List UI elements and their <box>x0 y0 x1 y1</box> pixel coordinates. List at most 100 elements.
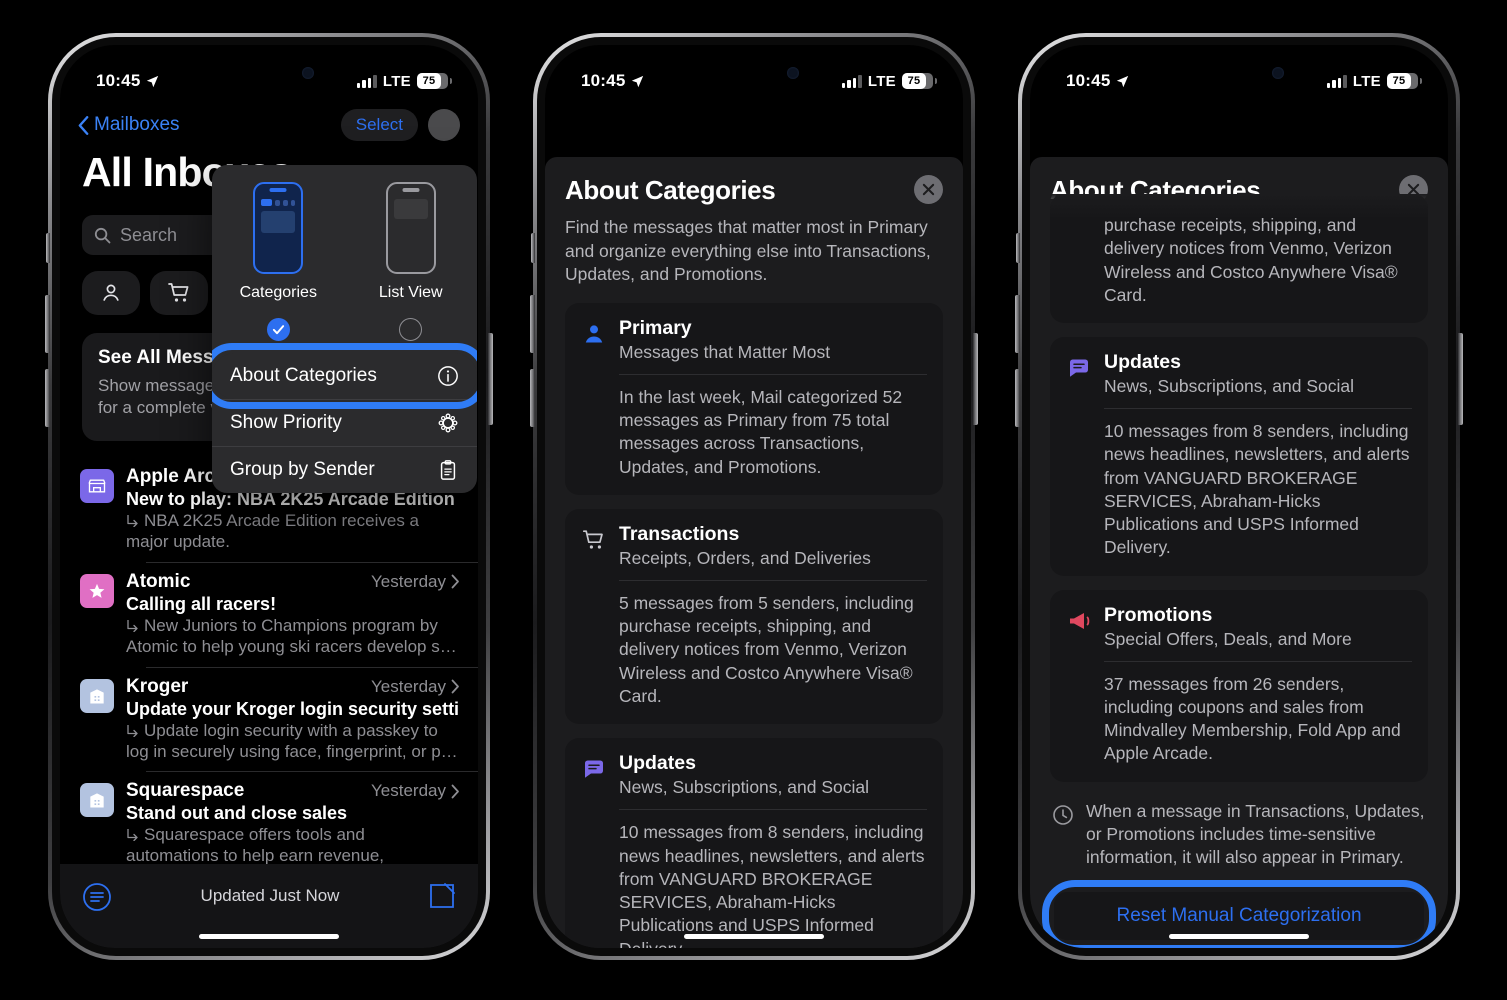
table-row[interactable]: Kroger Yesterday Update your Kroger logi… <box>60 666 478 772</box>
chip-transactions[interactable] <box>150 271 208 315</box>
info-circle-icon <box>438 366 458 386</box>
view-option-categories[interactable]: Categories <box>212 182 345 302</box>
category-name: Updates <box>619 752 696 775</box>
preview: New Juniors to Champions program by Atom… <box>126 616 460 658</box>
phone-device-1: 10:45 LTE 75 Mailboxes Select All Inboxe… <box>45 33 493 960</box>
category-name: Primary <box>619 316 692 339</box>
avatar[interactable] <box>428 109 460 141</box>
view-options-popover: Categories List View About Categories Sh… <box>212 165 477 493</box>
row-meta: Yesterday <box>363 572 460 592</box>
radio-list-view[interactable] <box>345 318 478 341</box>
radio-selected-icon <box>266 318 290 341</box>
phone-device-3: 10:45 LTE 75 About Categories purchase r… <box>1015 33 1463 960</box>
category-header: Updates News, Subscriptions, and Social <box>581 752 927 798</box>
phone-screen-1: 10:45 LTE 75 Mailboxes Select All Inboxe… <box>60 45 478 948</box>
category-name: Updates <box>1104 351 1181 374</box>
sheet-body[interactable]: Find the messages that matter most in Pr… <box>545 216 963 948</box>
category-header: Transactions Receipts, Orders, and Deliv… <box>581 523 927 569</box>
silent-switch[interactable] <box>1016 233 1020 263</box>
preview-text: New Juniors to Champions program by Atom… <box>126 615 457 656</box>
category-header: Promotions Special Offers, Deals, and Mo… <box>1066 604 1412 650</box>
clipboard-icon <box>440 460 456 480</box>
battery-level: 75 <box>907 75 921 87</box>
status-right: LTE 75 <box>1326 73 1422 90</box>
home-indicator <box>1169 934 1309 939</box>
volume-up-button[interactable] <box>530 295 535 353</box>
status-time: 10:45 <box>1066 71 1111 90</box>
battery-level: 75 <box>422 75 436 87</box>
subject: Update your Kroger login security settin… <box>126 698 460 719</box>
signal-bars-icon <box>1326 74 1347 88</box>
signal-bars-icon <box>841 74 862 88</box>
back-to-mailboxes-button[interactable]: Mailboxes <box>78 114 180 136</box>
menu-item-group-by-sender[interactable]: Group by Sender <box>212 447 477 493</box>
building-icon <box>90 793 104 808</box>
view-option-label: List View <box>378 284 443 301</box>
power-button[interactable] <box>1458 333 1463 425</box>
speech-bubble-icon <box>581 756 607 782</box>
view-option-list-view[interactable]: List View <box>345 182 478 302</box>
category-text: Updates News, Subscriptions, and Social <box>619 752 869 798</box>
menu-item-show-priority[interactable]: Show Priority <box>212 400 477 446</box>
category-card-transactions-partial: purchase receipts, shipping, and deliver… <box>1050 194 1428 324</box>
time-note-text: When a message in Transactions, Updates,… <box>1086 800 1425 868</box>
silent-switch[interactable] <box>531 233 535 263</box>
close-button[interactable] <box>914 175 943 204</box>
silent-switch[interactable] <box>46 233 50 263</box>
view-switcher: Categories List View <box>212 165 477 318</box>
volume-down-button[interactable] <box>1015 369 1020 427</box>
home-indicator <box>684 934 824 939</box>
category-subtitle: News, Subscriptions, and Social <box>619 777 869 798</box>
phone-bezel: 10:45 LTE 75 About Categories purchase r… <box>1015 33 1463 960</box>
power-button[interactable] <box>488 333 493 425</box>
select-button[interactable]: Select <box>340 109 418 141</box>
status-time: 10:45 <box>581 71 626 90</box>
compose-icon[interactable] <box>428 882 456 910</box>
status-left: 10:45 <box>581 71 644 91</box>
chip-primary[interactable] <box>82 271 140 315</box>
menu-item-label: About Categories <box>230 365 377 386</box>
menu-item-label: Group by Sender <box>230 459 375 480</box>
volume-down-button[interactable] <box>45 369 50 427</box>
volume-up-button[interactable] <box>1015 295 1020 353</box>
subject: Stand out and close sales <box>126 803 348 824</box>
view-radio-group <box>212 318 477 353</box>
reset-manual-categorization-button[interactable]: Reset Manual Categorization <box>1054 891 1424 940</box>
reset-button-wrapper: Reset Manual Categorization <box>1042 879 1436 948</box>
table-row[interactable]: Atomic Yesterday Calling all racers! New… <box>60 561 478 667</box>
divider <box>619 809 927 811</box>
mail-list[interactable]: Apple Arcade New to play: NBA 2K25 Arcad… <box>60 457 478 886</box>
category-description: 10 messages from 8 senders, including ne… <box>1104 421 1410 558</box>
radio-categories[interactable] <box>212 318 345 341</box>
menu-item-label: Show Priority <box>230 412 342 433</box>
menu-item-about-categories[interactable]: About Categories <box>212 343 477 409</box>
category-card-primary: Primary Messages that Matter Most In the… <box>565 302 943 495</box>
volume-down-button[interactable] <box>530 369 535 427</box>
sparkle-icon <box>438 413 458 433</box>
search-placeholder: Search <box>120 224 178 245</box>
preview: NBA 2K25 Arcade Edition receives a major… <box>126 511 460 553</box>
chevron-left-icon <box>78 115 89 135</box>
location-arrow-icon <box>147 75 159 87</box>
row-top: Squarespace Yesterday <box>126 780 460 802</box>
thread-icon <box>127 724 138 737</box>
sender-name: Atomic <box>126 570 191 592</box>
category-card-updates: Updates News, Subscriptions, and Social … <box>565 738 943 948</box>
storefront-icon <box>88 479 106 493</box>
phone-bezel: 10:45 LTE 75 Mailboxes Select All Inboxe… <box>45 33 493 960</box>
category-text: Primary Messages that Matter Most <box>619 317 830 363</box>
phone-screen-2: 10:45 LTE 75 About Categories Find the m… <box>545 45 963 948</box>
date-label: Yesterday <box>371 676 446 696</box>
power-button[interactable] <box>973 333 978 425</box>
building-icon <box>90 688 104 704</box>
status-right: LTE 75 <box>356 73 452 90</box>
category-subtitle: Messages that Matter Most <box>619 341 831 362</box>
divider <box>619 373 927 375</box>
about-categories-sheet: About Categories Find the messages that … <box>545 157 963 948</box>
filter-icon[interactable] <box>82 882 112 912</box>
volume-up-button[interactable] <box>45 295 50 353</box>
time-sensitive-note: When a message in Transactions, Updates,… <box>1050 796 1428 884</box>
nav-bar: Mailboxes Select <box>60 103 478 147</box>
sheet-body[interactable]: purchase receipts, shipping, and deliver… <box>1030 194 1448 948</box>
person-icon <box>581 321 607 347</box>
